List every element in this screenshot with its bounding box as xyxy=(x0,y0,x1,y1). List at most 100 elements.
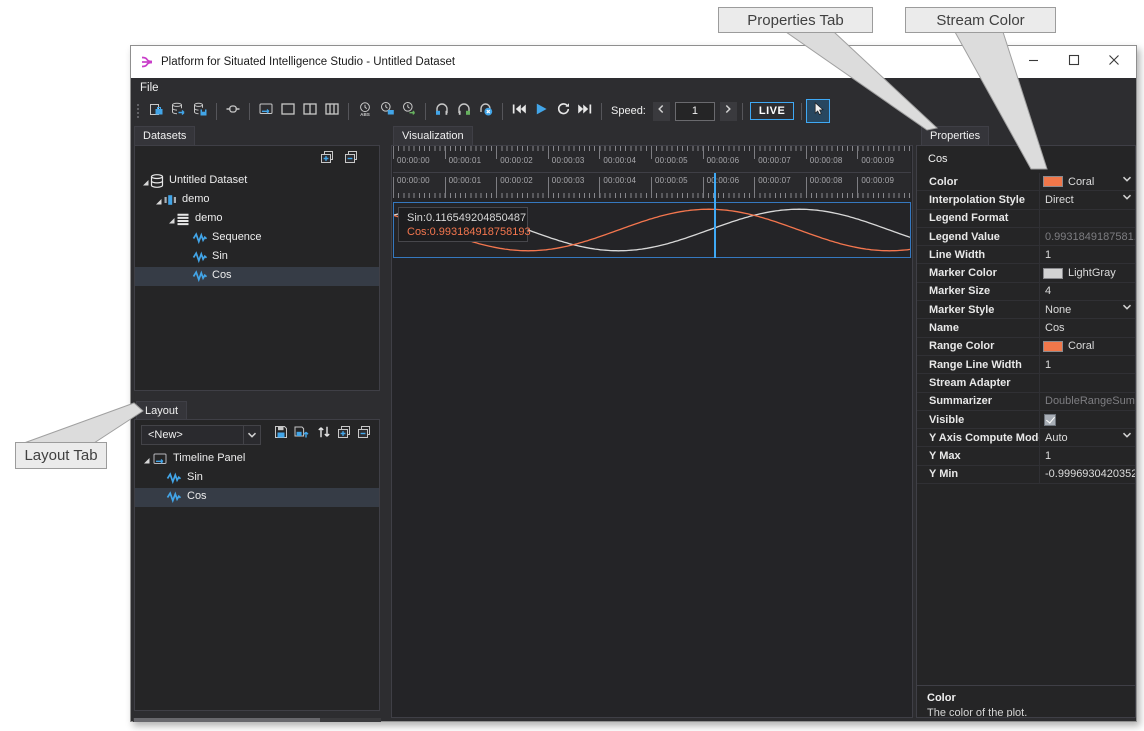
save-layout-as-icon xyxy=(293,424,309,445)
insert-timeline-panel-icon xyxy=(258,101,274,122)
property-value-text: 1 xyxy=(1045,359,1051,371)
description-splitter[interactable] xyxy=(917,685,1135,686)
reorder-panels-button[interactable] xyxy=(314,425,334,444)
tab-properties[interactable]: Properties xyxy=(921,126,989,145)
tree-item-demo[interactable]: demo xyxy=(135,210,379,229)
toolbar-button-insert-timeline-panel[interactable] xyxy=(255,100,277,122)
expander-icon[interactable] xyxy=(139,453,151,465)
collapse-all-button[interactable] xyxy=(354,425,374,444)
cursor-mode-button[interactable] xyxy=(807,100,829,122)
dropdown-button[interactable] xyxy=(1119,430,1134,445)
property-value-range-line-width[interactable]: 1 xyxy=(1039,356,1135,373)
ruler-label: 00:00:00 xyxy=(397,176,430,185)
timeline-ruler-top[interactable]: 00:00:0000:00:0100:00:0200:00:0300:00:04… xyxy=(393,146,911,173)
property-value-marker-color[interactable]: LightGray xyxy=(1039,264,1135,281)
chevron-down-icon xyxy=(1119,301,1135,318)
dropdown-button[interactable] xyxy=(1119,302,1134,317)
property-value-y-axis-compute-mode[interactable]: Auto xyxy=(1039,429,1135,446)
property-value-text: Cos xyxy=(1045,322,1065,334)
toolbar-button-insert-2d-panel[interactable] xyxy=(277,100,299,122)
expand-all-icon xyxy=(319,149,335,170)
toolbar-button-open-store[interactable] xyxy=(167,100,189,122)
tree-item-cos[interactable]: Cos xyxy=(135,267,379,286)
maximize-button[interactable] xyxy=(1054,46,1094,78)
horizontal-scrollbar[interactable] xyxy=(133,718,381,722)
tree-item-label: Timeline Panel xyxy=(173,452,245,464)
property-value-legend-value[interactable]: 0.9931849187581... xyxy=(1039,228,1135,245)
property-value-legend-format[interactable] xyxy=(1039,210,1135,227)
property-row-interpolation-style: Interpolation StyleDirect xyxy=(917,191,1135,209)
close-button[interactable] xyxy=(1094,46,1134,78)
property-value-marker-style[interactable]: None xyxy=(1039,301,1135,318)
ruler-label: 00:00:08 xyxy=(810,176,843,185)
property-value-name[interactable]: Cos xyxy=(1039,319,1135,336)
property-value-text: DoubleRangeSum... xyxy=(1045,395,1135,407)
property-value-marker-size[interactable]: 4 xyxy=(1039,283,1135,300)
property-value-range-color[interactable]: Coral xyxy=(1039,338,1135,355)
save-layout-as-button[interactable] xyxy=(291,425,311,444)
properties-grid: ColorCoralInterpolation StyleDirectLegen… xyxy=(917,173,1135,484)
tree-item-untitled-dataset[interactable]: Untitled Dataset xyxy=(135,172,379,191)
property-value-y-min[interactable]: -0.99969304203520 xyxy=(1039,466,1135,483)
collapse-all-button[interactable] xyxy=(341,150,361,169)
toolbar-button-repeat[interactable] xyxy=(552,100,574,122)
dropdown-button[interactable] xyxy=(1119,174,1134,189)
timeline-ruler-bottom[interactable]: 00:00:0000:00:0100:00:0200:00:0300:00:04… xyxy=(393,173,911,198)
save-layout-button[interactable] xyxy=(271,425,291,444)
property-value-line-width[interactable]: 1 xyxy=(1039,246,1135,263)
title-bar[interactable]: Platform for Situated Intelligence Studi… xyxy=(131,46,1136,78)
tree-item-sequence[interactable]: Sequence xyxy=(135,229,379,248)
toolbar-button-move-to-start[interactable] xyxy=(508,100,530,122)
visible-checkbox[interactable] xyxy=(1044,414,1056,426)
property-value-y-max[interactable]: 1 xyxy=(1039,447,1135,464)
speed-increase-button[interactable] xyxy=(720,102,737,121)
video-camera-icon xyxy=(225,101,241,122)
tab-datasets[interactable]: Datasets xyxy=(134,126,195,145)
insert-2col-panel-icon xyxy=(302,101,318,122)
toolbar-button-move-to-end[interactable] xyxy=(574,100,596,122)
chevron-down-icon[interactable] xyxy=(243,426,260,444)
toolbar-grip[interactable] xyxy=(136,103,140,119)
toolbar-button-session-time[interactable] xyxy=(376,100,398,122)
property-value-stream-adapter[interactable] xyxy=(1039,374,1135,391)
toolbar-button-selection-end[interactable] xyxy=(453,100,475,122)
save-store-icon xyxy=(192,101,208,122)
tree-item-timeline-panel[interactable]: Timeline Panel xyxy=(135,450,379,469)
stream-icon xyxy=(192,249,208,265)
ruler-major-tick xyxy=(857,146,858,159)
tab-visualization[interactable]: Visualization xyxy=(393,126,473,145)
tab-layout[interactable]: Layout xyxy=(136,401,187,420)
speed-input[interactable]: 1 xyxy=(675,102,715,121)
toolbar-button-absolute-time[interactable]: ABS xyxy=(354,100,376,122)
timeline-plot[interactable]: Sin:0.116549204850487Cos:0.9931849187581… xyxy=(393,202,911,258)
minimize-button[interactable] xyxy=(1014,46,1054,78)
toolbar-button-save-store[interactable] xyxy=(189,100,211,122)
toolbar-button-insert-2col-panel[interactable] xyxy=(299,100,321,122)
scrollbar-thumb[interactable] xyxy=(134,718,320,722)
property-value-interpolation-style[interactable]: Direct xyxy=(1039,191,1135,208)
tree-item-sin[interactable]: Sin xyxy=(135,248,379,267)
layout-select[interactable]: <New> xyxy=(141,425,261,445)
speed-decrease-button[interactable] xyxy=(653,102,670,121)
property-row-marker-style: Marker StyleNone xyxy=(917,301,1135,319)
toolbar-button-clear-selection[interactable] xyxy=(475,100,497,122)
tree-item-sin[interactable]: Sin xyxy=(135,469,379,488)
live-button[interactable]: LIVE xyxy=(750,102,794,120)
toolbar-button-video-camera[interactable] xyxy=(222,100,244,122)
toolbar-button-insert-3col-panel[interactable] xyxy=(321,100,343,122)
ruler-major-tick xyxy=(651,146,652,159)
tree-item-demo[interactable]: demo xyxy=(135,191,379,210)
property-value-summarizer[interactable]: DoubleRangeSum... xyxy=(1039,393,1135,410)
property-value-visible[interactable] xyxy=(1039,411,1135,428)
toolbar-button-open-dataset[interactable] xyxy=(145,100,167,122)
toolbar-button-selection-time[interactable] xyxy=(398,100,420,122)
property-value-color[interactable]: Coral xyxy=(1039,173,1135,190)
toolbar-button-selection-start[interactable] xyxy=(431,100,453,122)
dropdown-button[interactable] xyxy=(1119,192,1134,207)
toolbar-button-play-pause[interactable] xyxy=(530,100,552,122)
timeline-cursor[interactable] xyxy=(714,173,716,258)
expand-all-button[interactable] xyxy=(334,425,354,444)
menu-file[interactable]: File xyxy=(131,82,168,94)
tree-item-cos[interactable]: Cos xyxy=(135,488,379,507)
expand-all-button[interactable] xyxy=(317,150,337,169)
